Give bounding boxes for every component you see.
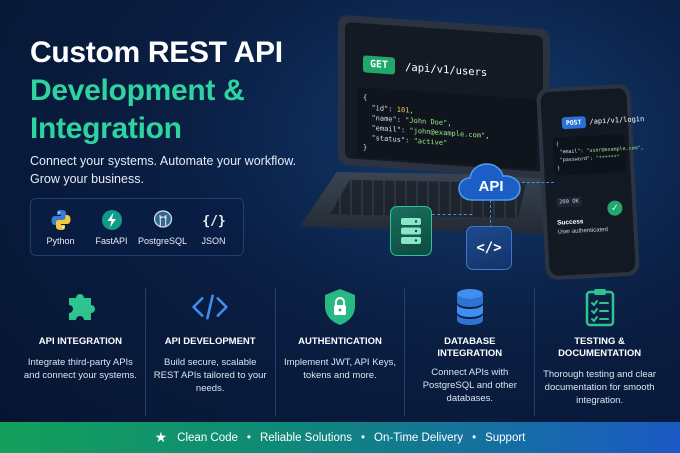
json-icon: {/} (202, 214, 225, 229)
feature-api-development: API DEVELOPMENT Build secure, scalable R… (146, 288, 276, 416)
code-brackets-icon: </> (476, 240, 502, 256)
postgresql-icon (153, 210, 172, 228)
feature-description: Build secure, scalable REST APIs tailore… (153, 357, 267, 394)
tagline-line1: Connect your systems. Automate your work… (30, 154, 297, 168)
puzzle-icon (69, 294, 96, 320)
tagline-line2: Grow your business. (30, 172, 144, 186)
hero-title-line3: Integration (30, 112, 182, 145)
status-badge: 200 OK (555, 196, 583, 208)
star-icon: ★ (154, 429, 168, 445)
feature-description: Thorough testing and clear documentation… (543, 369, 657, 406)
get-request-row: GET /api/v1/users (363, 55, 487, 81)
feature-title: AUTHENTICATION (298, 336, 382, 347)
feature-title-line2: INTEGRATION (437, 348, 503, 359)
feature-description: Connect APIs with PostgreSQL and other d… (422, 367, 517, 404)
banner-item: On-Time Delivery (374, 431, 464, 444)
feature-description: Integrate third-party APIs and connect y… (23, 357, 137, 381)
feature-testing-documentation: TESTING & DOCUMENTATION Thorough testing… (535, 288, 664, 416)
code-brackets-icon (192, 294, 228, 320)
api-cloud-icon: API (458, 163, 521, 201)
bottom-banner: ★ Clean Code • Reliable Solutions • On-T… (0, 422, 680, 453)
cloud-label: API (478, 178, 503, 195)
banner-separator: • (472, 431, 477, 444)
feature-title: TESTING & DOCUMENTATION (558, 336, 642, 359)
laptop-screen: GET /api/v1/users { "id": 101, "name": "… (338, 14, 550, 180)
banner-separator: • (246, 431, 251, 444)
hero-title: Custom REST API Development & Integratio… (30, 34, 330, 148)
phone-display: POST /api/v1/login { "email": "user@exam… (540, 87, 644, 277)
success-title: Success (556, 218, 584, 227)
tech-label: JSON (201, 236, 226, 246)
laptop-display: GET /api/v1/users { "id": 101, "name": "… (345, 22, 543, 172)
feature-title: DATABASE (444, 336, 496, 347)
tech-json: {/} JSON (189, 208, 239, 246)
tech-stack-panel: Python FastAPI PostgreSQL {/} JSON (30, 198, 244, 256)
connector-line (522, 182, 554, 183)
banner-item: Reliable Solutions (259, 431, 352, 444)
hero-title-line1: Custom REST API (30, 36, 283, 69)
code-tile: </> (466, 226, 512, 270)
connector-line (432, 214, 472, 215)
banner-item: Clean Code (177, 431, 238, 444)
server-icon (401, 218, 421, 244)
tagline: Connect your systems. Automate your work… (30, 152, 330, 188)
database-tile (390, 206, 432, 256)
svg-text:{/}: {/} (202, 214, 225, 229)
features-row: API INTEGRATION Integrate third-party AP… (16, 288, 664, 416)
tech-label: FastAPI (95, 236, 128, 246)
post-request-row: POST /api/v1/login (561, 113, 645, 130)
hero-title-line2: Development & (30, 74, 245, 107)
database-icon (456, 289, 483, 325)
feature-authentication: AUTHENTICATION Implement JWT, API Keys, … (276, 288, 406, 416)
feature-description: Implement JWT, API Keys, tokens and more… (284, 357, 396, 381)
tech-python: Python (36, 208, 86, 246)
shield-lock-icon (324, 289, 355, 325)
banner-separator: • (361, 431, 366, 444)
tech-label: Python (46, 236, 75, 246)
tech-label: PostgreSQL (137, 236, 188, 246)
post-request-code: { "email": "user@example.com", "password… (552, 134, 644, 176)
feature-database-integration: DATABASE INTEGRATION Connect APIs with P… (405, 288, 536, 416)
fastapi-icon (101, 210, 122, 230)
success-subtitle: User authenticated (557, 227, 609, 236)
banner-item: Support (485, 431, 526, 444)
get-endpoint: /api/v1/users (405, 60, 488, 79)
check-icon: ✓ (607, 200, 623, 217)
tech-postgresql: PostgreSQL (138, 208, 188, 246)
tech-fastapi: FastAPI (87, 208, 137, 246)
feature-api-integration: API INTEGRATION Integrate third-party AP… (16, 288, 146, 416)
feature-title: API DEVELOPMENT (164, 336, 256, 347)
connector-line (490, 200, 491, 228)
post-method-badge: POST (561, 116, 586, 130)
python-icon (51, 210, 70, 230)
feature-title: API INTEGRATION (38, 336, 122, 347)
get-method-badge: GET (363, 55, 396, 75)
clipboard-check-icon (585, 289, 614, 327)
post-endpoint: /api/v1/login (589, 114, 645, 126)
